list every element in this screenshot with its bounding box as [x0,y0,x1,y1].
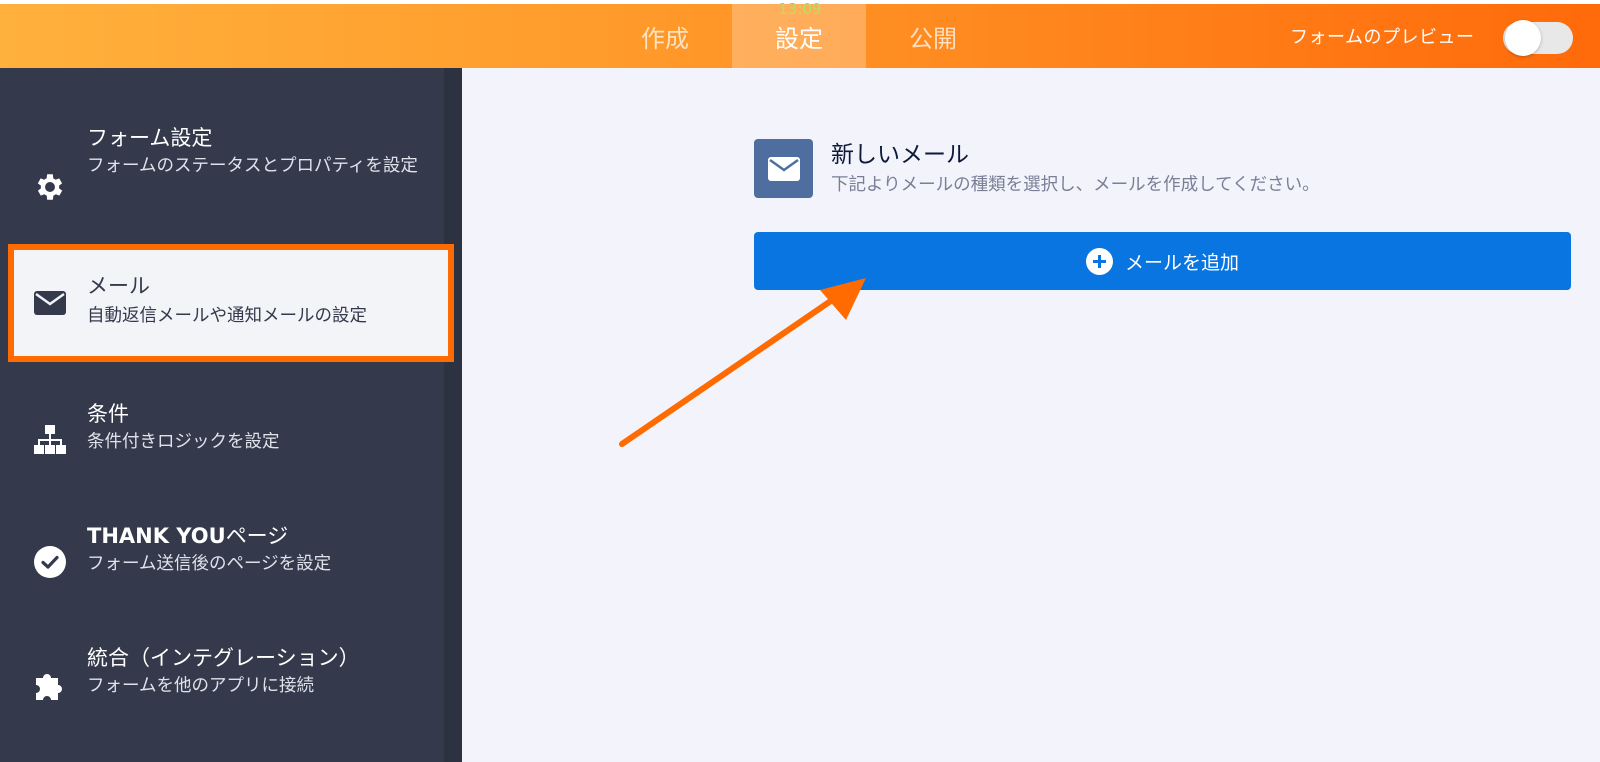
sidebar-item-desc: 自動返信メールや通知メールの設定 [87,306,367,326]
sidebar-item-desc: フォームのステータスとプロパティを設定 [87,156,418,176]
toggle-knob [1505,20,1541,56]
sidebar-item-title: 条件 [87,402,129,426]
check-circle-icon [32,544,68,580]
puzzle-icon [32,666,68,702]
form-preview-toggle[interactable] [1503,20,1573,56]
sidebar-item-title: メール [87,274,150,298]
new-mail-title: 新しいメール [831,142,969,168]
sidebar-item-mail[interactable]: メール 自動返信メールや通知メールの設定 [14,250,448,356]
thank-you-bold: THANK YOU [87,524,226,548]
plus-circle-icon [1085,247,1113,275]
sidebar-item-title: THANK YOUページ [87,522,288,550]
sidebar-item-integrations[interactable]: 統合（インテグレーション） フォームを他のアプリに接続 [0,640,444,710]
envelope-icon [32,285,68,321]
form-preview-label: フォームのプレビュー [1290,27,1475,48]
thank-you-suffix: ページ [225,524,289,548]
add-mail-button[interactable]: メールを追加 [754,232,1571,290]
top-header: 13:09 作成 設定 公開 フォームのプレビュー [0,0,1600,68]
tab-settings[interactable]: 設定 [732,4,866,68]
sidebar-item-title: フォーム設定 [87,126,213,150]
sidebar-item-thank-you-page[interactable]: THANK YOUページ フォーム送信後のページを設定 [0,518,444,588]
sidebar-item-conditions[interactable]: 条件 条件付きロジックを設定 [0,396,444,466]
new-mail-icon [754,139,813,198]
sidebar-item-desc: フォーム送信後のページを設定 [87,554,332,574]
tab-create[interactable]: 作成 [600,4,730,68]
gear-icon [32,169,68,205]
add-mail-label: メールを追加 [1124,251,1239,274]
tab-publish[interactable]: 公開 [866,4,1000,68]
sidebar-item-desc: フォームを他のアプリに接続 [87,676,314,696]
sidebar-scrollbar[interactable] [444,68,462,762]
sidebar-item-title: 統合（インテグレーション） [87,646,360,670]
new-mail-description: 下記よりメールの種類を選択し、メールを作成してください。 [831,175,1320,195]
sidebar-item-form-settings[interactable]: フォーム設定 フォームのステータスとプロパティを設定 [0,120,444,220]
sidebar-item-desc: 条件付きロジックを設定 [87,432,280,452]
sitemap-icon [32,422,68,458]
